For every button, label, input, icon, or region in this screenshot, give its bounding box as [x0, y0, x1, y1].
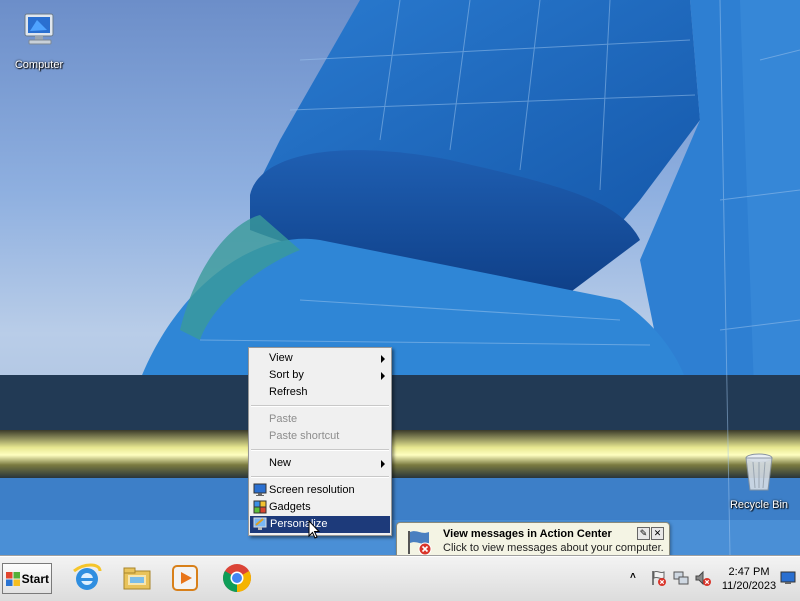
- action-center-flag-icon: [408, 531, 432, 556]
- menu-item-label: Refresh: [269, 386, 308, 398]
- menu-separator: [251, 476, 389, 478]
- media-player-icon[interactable]: [168, 561, 202, 595]
- balloon-message: Click to view messages about your comput…: [443, 542, 664, 554]
- menu-item-label: Screen resolution: [269, 484, 355, 496]
- balloon-options-button[interactable]: ✎: [637, 527, 650, 540]
- desktop[interactable]: Computer Recycle Bin View Sort by Refres…: [0, 0, 800, 556]
- balloon-close-button[interactable]: ✕: [651, 527, 664, 540]
- show-hidden-icons-button[interactable]: ˄: [630, 571, 640, 585]
- desktop-context-menu: View Sort by Refresh Paste Paste shortcu…: [248, 347, 392, 536]
- internet-explorer-icon[interactable]: [70, 561, 104, 595]
- desktop-icon-recycle-bin[interactable]: Recycle Bin: [724, 450, 794, 511]
- menu-item-sort-by[interactable]: Sort by: [249, 367, 391, 384]
- wallpaper: [0, 0, 800, 556]
- menu-item-label: New: [269, 457, 292, 469]
- desktop-icon-computer[interactable]: Computer: [4, 10, 74, 71]
- desktop-icon-label: Recycle Bin: [729, 499, 789, 511]
- clock-time: 2:47 PM: [728, 566, 770, 578]
- menu-item-view[interactable]: View: [249, 350, 391, 367]
- gadgets-icon: [253, 500, 267, 514]
- menu-item-paste: Paste: [249, 411, 391, 428]
- submenu-arrow-icon: [381, 355, 385, 363]
- close-icon: ✕: [653, 528, 662, 538]
- chrome-icon[interactable]: [220, 561, 254, 595]
- menu-item-label: View: [269, 352, 293, 364]
- menu-item-personalize[interactable]: Personalize: [250, 516, 390, 533]
- action-center-tray-icon[interactable]: [650, 569, 668, 587]
- menu-item-refresh[interactable]: Refresh: [249, 384, 391, 401]
- menu-separator: [251, 449, 389, 451]
- screen-resolution-icon: [253, 483, 267, 496]
- submenu-arrow-icon: [381, 460, 385, 468]
- mouse-cursor-icon: [308, 520, 320, 539]
- menu-item-screen-resolution[interactable]: Screen resolution: [249, 482, 391, 499]
- recycle-bin-icon: [745, 453, 773, 491]
- taskbar: Start ˄ 2:47 PM 11/20/2023: [0, 556, 800, 601]
- start-button[interactable]: Start: [2, 563, 52, 594]
- chevron-up-icon: ˄: [630, 571, 636, 582]
- show-desktop-icon[interactable]: [780, 571, 796, 585]
- menu-item-new[interactable]: New: [249, 455, 391, 472]
- windows-explorer-icon[interactable]: [120, 561, 154, 595]
- system-clock[interactable]: 2:47 PM 11/20/2023: [718, 565, 780, 593]
- windows-logo-icon: [6, 572, 20, 586]
- start-label: Start: [21, 572, 49, 586]
- menu-item-label: Sort by: [269, 369, 304, 381]
- computer-icon: [24, 13, 54, 45]
- desktop-icon-label: Computer: [14, 59, 64, 71]
- network-icon[interactable]: [672, 569, 690, 587]
- clock-date: 11/20/2023: [721, 580, 777, 592]
- menu-item-label: Gadgets: [269, 501, 311, 513]
- menu-separator: [251, 405, 389, 407]
- menu-item-label: Paste: [269, 413, 298, 425]
- volume-muted-icon[interactable]: [694, 569, 712, 587]
- menu-item-gadgets[interactable]: Gadgets: [249, 499, 391, 516]
- submenu-arrow-icon: [381, 372, 385, 380]
- balloon-title: View messages in Action Center: [443, 528, 612, 540]
- menu-item-paste-shortcut: Paste shortcut: [249, 428, 391, 445]
- menu-item-label: Paste shortcut: [269, 430, 340, 442]
- personalize-icon: [253, 517, 267, 530]
- wrench-icon: ✎: [639, 528, 648, 538]
